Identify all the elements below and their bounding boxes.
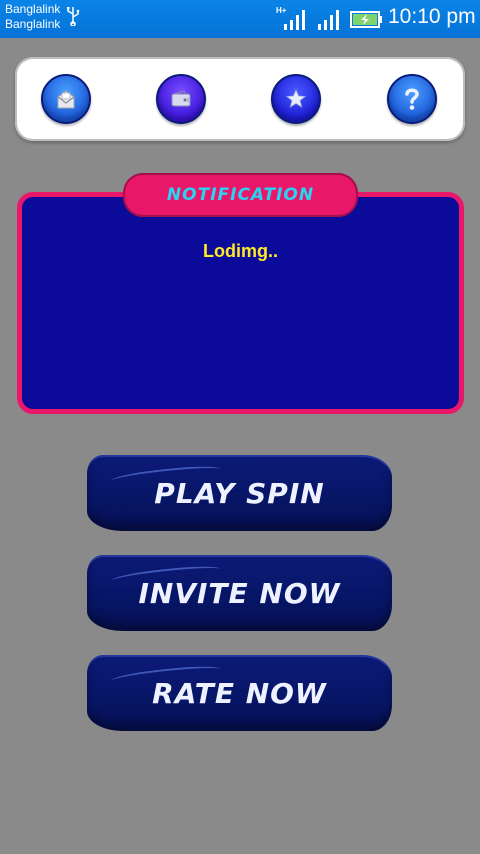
carrier-name-2: Banglalink	[5, 17, 61, 31]
inbox-button[interactable]	[41, 74, 91, 124]
play-spin-button[interactable]: PLAY SPIN	[87, 455, 392, 531]
notification-panel: Lodimg..	[17, 192, 464, 414]
wallet-icon	[171, 90, 191, 107]
notification-title: NOTIFICATION	[166, 185, 315, 205]
star-icon	[285, 88, 307, 108]
status-bar: Banglalink Banglalink H+ 10:10 pm	[0, 0, 480, 38]
signal-strength-icon-2	[318, 10, 339, 30]
help-icon	[405, 88, 419, 110]
play-spin-label: PLAY SPIN	[154, 476, 325, 510]
notification-message: Lodimg..	[203, 241, 278, 261]
battery-charging-icon	[350, 11, 382, 28]
wallet-button[interactable]	[156, 74, 206, 124]
icon-toolbar	[15, 57, 465, 141]
signal-strength-icon	[284, 10, 305, 30]
carrier-name-1: Banglalink	[5, 2, 61, 16]
invite-now-button[interactable]: INVITE NOW	[87, 555, 392, 631]
mail-icon	[57, 90, 75, 109]
carrier-info: Banglalink Banglalink	[5, 2, 60, 32]
status-time: 10:10 pm	[388, 5, 476, 28]
rate-now-button[interactable]: RATE NOW	[87, 655, 392, 731]
notification-header: NOTIFICATION	[123, 173, 358, 217]
invite-now-label: INVITE NOW	[138, 576, 341, 610]
help-button[interactable]	[387, 74, 437, 124]
usb-icon	[67, 7, 80, 26]
favorite-button[interactable]	[271, 74, 321, 124]
rate-now-label: RATE NOW	[152, 676, 327, 710]
